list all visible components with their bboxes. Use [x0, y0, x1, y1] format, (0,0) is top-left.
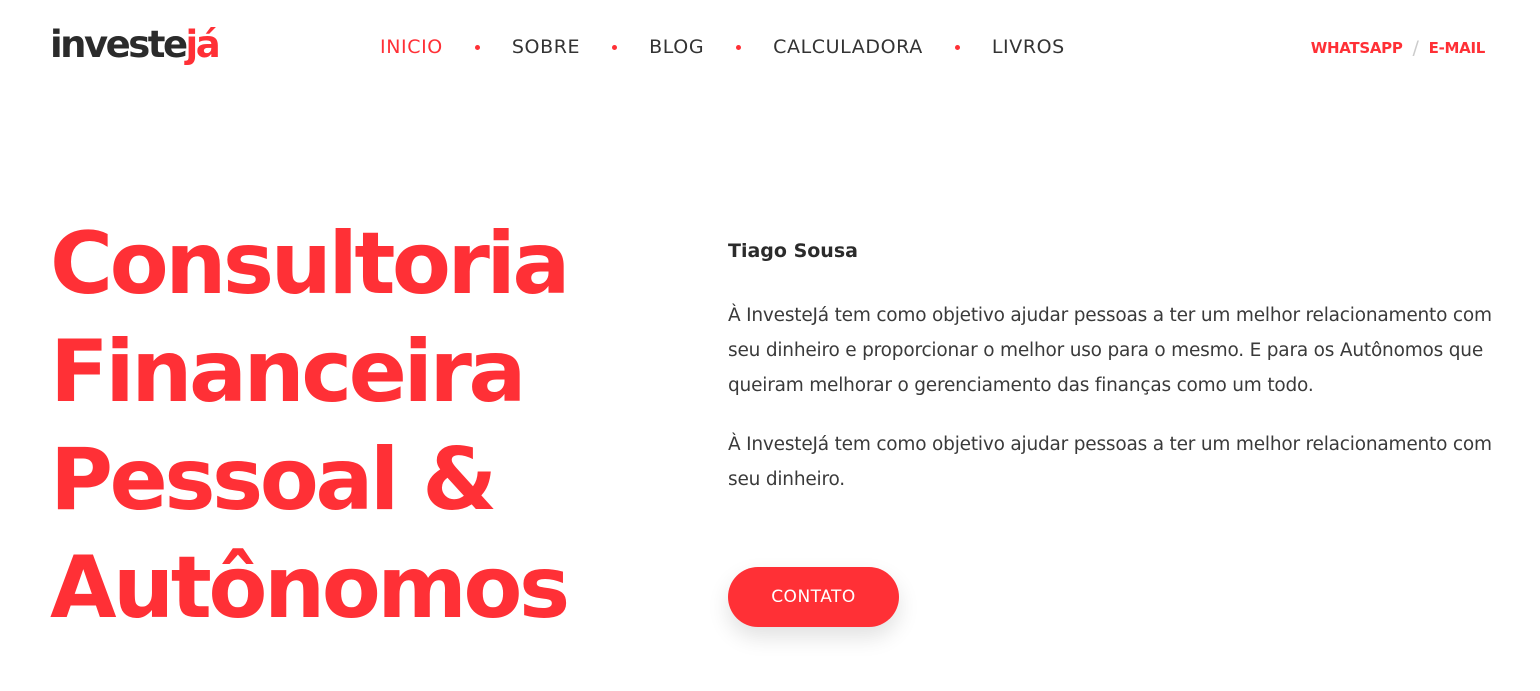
- hero-title-line: Autônomos: [50, 538, 570, 638]
- nav-separator-dot: [736, 44, 742, 50]
- nav-separator-dot: [954, 44, 960, 50]
- logo-text-ja: já: [185, 23, 221, 66]
- logo-text-investe: investe: [50, 23, 188, 66]
- nav-item-sobre[interactable]: SOBRE: [512, 36, 580, 58]
- hero-title-line: Consultoria: [50, 214, 570, 314]
- site-header: investejá INICIO SOBRE BLOG CALCULADORA …: [0, 0, 1540, 95]
- hero-intro: Tiago Sousa À InvesteJá tem como objetiv…: [728, 238, 1498, 497]
- site-logo[interactable]: investejá: [50, 23, 221, 67]
- hero-title-line: Financeira: [50, 322, 526, 422]
- author-name: Tiago Sousa: [728, 240, 858, 262]
- email-link[interactable]: E-MAIL: [1429, 39, 1486, 57]
- nav-separator-dot: [474, 44, 480, 50]
- intro-paragraph: À InvesteJá tem como objetivo ajudar pes…: [728, 305, 1492, 396]
- contact-link-separator: /: [1412, 37, 1419, 59]
- hero-title: Consultoria Financeira Pessoal & Autônom…: [50, 210, 670, 642]
- contact-button[interactable]: CONTATO: [728, 567, 899, 627]
- nav-separator-dot: [612, 44, 618, 50]
- hero-title-line: Pessoal &: [50, 430, 497, 530]
- nav-item-inicio[interactable]: INICIO: [380, 36, 443, 58]
- header-contact-links: WHATSAPP / E-MAIL: [1311, 37, 1486, 59]
- intro-paragraph: À InvesteJá tem como objetivo ajudar pes…: [728, 434, 1492, 490]
- nav-item-blog[interactable]: BLOG: [649, 36, 704, 58]
- whatsapp-link[interactable]: WHATSAPP: [1311, 39, 1403, 57]
- main-nav: INICIO SOBRE BLOG CALCULADORA LIVROS: [380, 34, 1065, 60]
- nav-item-calculadora[interactable]: CALCULADORA: [773, 36, 923, 58]
- nav-item-livros[interactable]: LIVROS: [992, 36, 1065, 58]
